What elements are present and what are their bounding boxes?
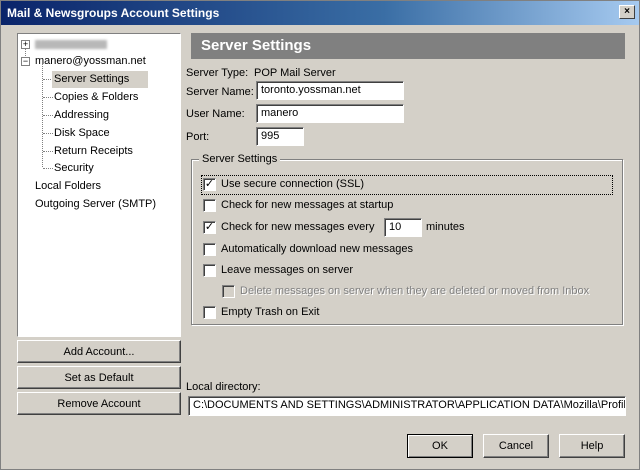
tree-item-label: Server Settings xyxy=(54,73,130,85)
title-bar[interactable]: Mail & Newsgroups Account Settings × xyxy=(1,1,639,25)
tree-item-copies-folders[interactable]: Copies & Folders xyxy=(54,89,138,106)
minutes-label: minutes xyxy=(426,221,465,233)
tree-item-label: Disk Space xyxy=(54,127,110,139)
check-every-label: Check for new messages every xyxy=(221,221,375,234)
tree-item-label: Outgoing Server (SMTP) xyxy=(35,198,157,210)
leave-on-server-label: Leave messages on server xyxy=(221,264,354,277)
tree-item-addressing[interactable]: Addressing xyxy=(54,107,109,124)
tree-connector xyxy=(43,97,53,98)
server-name-label: Server Name: xyxy=(186,86,254,98)
check-every-checkbox[interactable]: ✓ xyxy=(203,220,216,234)
account-tree[interactable]: + − manero@yossman.net Server Settings C… xyxy=(17,33,181,337)
tree-item-security[interactable]: Security xyxy=(54,160,94,177)
ssl-checkbox[interactable]: ✓ xyxy=(203,177,216,191)
leave-on-server-checkbox[interactable] xyxy=(203,263,216,277)
empty-trash-checkbox[interactable] xyxy=(203,305,216,319)
tree-connector xyxy=(43,151,53,152)
tree-item-local-folders[interactable]: Local Folders xyxy=(35,178,101,195)
set-default-button[interactable]: Set as Default xyxy=(17,366,181,389)
empty-trash-option[interactable]: Empty Trash on Exit xyxy=(203,305,319,321)
tree-item-label: Security xyxy=(54,162,94,174)
port-input[interactable]: 995 xyxy=(256,127,304,146)
collapse-icon[interactable]: − xyxy=(21,57,30,66)
window-title: Mail & Newsgroups Account Settings xyxy=(7,6,220,20)
delete-on-server-checkbox[interactable] xyxy=(222,284,235,298)
tree-connector xyxy=(43,115,53,116)
empty-trash-label: Empty Trash on Exit xyxy=(221,306,320,319)
auto-download-checkbox[interactable] xyxy=(203,242,216,256)
tree-item-server-settings[interactable]: Server Settings xyxy=(52,71,148,88)
tree-item-return-receipts[interactable]: Return Receipts xyxy=(54,143,133,160)
tree-item-label: Return Receipts xyxy=(54,145,133,157)
tree-item-label: Copies & Folders xyxy=(54,91,139,103)
delete-on-server-option[interactable]: Delete messages on server when they are … xyxy=(222,284,589,300)
local-directory-input[interactable]: C:\DOCUMENTS AND SETTINGS\ADMINISTRATOR\… xyxy=(188,396,626,416)
close-button[interactable]: × xyxy=(619,5,635,19)
port-label: Port: xyxy=(186,131,210,143)
help-button[interactable]: Help xyxy=(559,434,625,458)
expand-icon[interactable]: + xyxy=(21,40,30,49)
panel-header: Server Settings xyxy=(191,33,625,59)
check-startup-checkbox[interactable] xyxy=(203,198,216,212)
tree-item-account[interactable]: − manero@yossman.net xyxy=(20,53,178,70)
leave-on-server-option[interactable]: Leave messages on server xyxy=(203,263,353,279)
tree-item-outgoing-server[interactable]: Outgoing Server (SMTP) xyxy=(35,196,156,213)
tree-item-account-label: manero@yossman.net xyxy=(35,55,146,67)
user-name-label: User Name: xyxy=(186,108,245,120)
add-account-button[interactable]: Add Account... xyxy=(17,340,181,363)
account-settings-dialog: Mail & Newsgroups Account Settings × + −… xyxy=(0,0,640,470)
ok-button[interactable]: OK xyxy=(407,434,473,458)
tree-item-label: Local Folders xyxy=(35,180,102,192)
user-name-input[interactable]: manero xyxy=(256,104,404,123)
cancel-button[interactable]: Cancel xyxy=(483,434,549,458)
check-interval-input[interactable]: 10 xyxy=(384,218,422,237)
ssl-option[interactable]: ✓ Use secure connection (SSL) xyxy=(201,175,613,195)
check-every-option[interactable]: ✓ Check for new messages every xyxy=(203,220,374,236)
auto-download-label: Automatically download new messages xyxy=(221,243,413,256)
check-startup-label: Check for new messages at startup xyxy=(221,199,394,212)
server-name-input[interactable]: toronto.yossman.net xyxy=(256,81,404,100)
delete-on-server-label: Delete messages on server when they are … xyxy=(240,285,590,298)
local-directory-label: Local directory: xyxy=(186,381,261,393)
tree-item-disk-space[interactable]: Disk Space xyxy=(54,125,110,142)
tree-item-hidden-account[interactable]: + xyxy=(20,36,178,53)
server-type-label: Server Type: xyxy=(186,67,249,79)
tree-item-label: Addressing xyxy=(54,109,110,121)
server-type-value: POP Mail Server xyxy=(254,67,336,79)
ssl-label: Use secure connection (SSL) xyxy=(221,178,365,191)
check-startup-option[interactable]: Check for new messages at startup xyxy=(203,198,393,214)
tree-connector xyxy=(43,133,53,134)
remove-account-button[interactable]: Remove Account xyxy=(17,392,181,415)
redacted-account-name xyxy=(35,39,107,49)
tree-connector xyxy=(43,168,53,169)
group-title: Server Settings xyxy=(199,153,281,165)
auto-download-option[interactable]: Automatically download new messages xyxy=(203,242,413,258)
